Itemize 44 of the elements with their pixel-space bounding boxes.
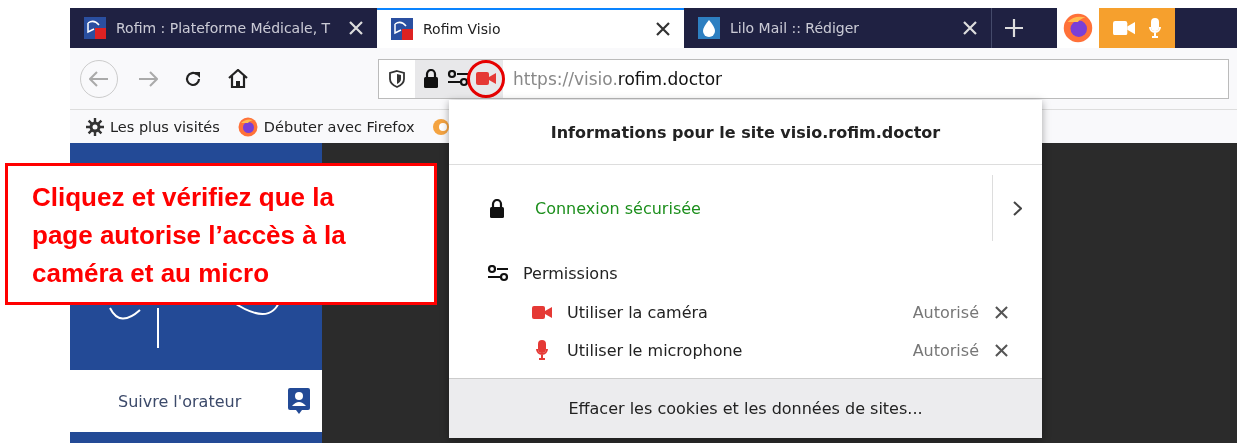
clear-cookies-button[interactable]: Effacer les cookies et les données de sites... <box>449 378 1042 438</box>
back-arrow-icon <box>89 70 109 87</box>
gear-icon <box>86 117 104 136</box>
remove-permission-button[interactable] <box>995 305 1008 319</box>
browser-tab[interactable]: Rofim : Plateforme Médicale, T <box>70 8 377 48</box>
chevron-right-icon <box>1013 200 1022 216</box>
lock-icon <box>423 69 439 88</box>
microphone-icon <box>1149 18 1161 38</box>
remove-permission-button[interactable] <box>995 343 1008 357</box>
url-text: https://visio.rofim.doctor <box>513 68 723 89</box>
camera-icon <box>532 305 552 319</box>
permission-label: Utiliser le microphone <box>567 340 744 360</box>
microphone-icon <box>536 340 548 360</box>
shield-icon <box>389 69 405 88</box>
camera-icon <box>1113 20 1135 36</box>
permission-status: Autorisé <box>912 302 979 322</box>
lock-icon <box>489 198 505 218</box>
camera-status-indicator[interactable] <box>467 59 505 98</box>
browser-tab[interactable]: Rofim Visio <box>377 8 684 48</box>
address-bar[interactable]: https://visio.rofim.doctor <box>378 58 1229 99</box>
bookmark[interactable]: Débuter avec Firefox <box>237 116 415 137</box>
callout-annotation: Cliquez et vérifiez que la page autorise l’accès à la caméra et au micro <box>5 163 437 305</box>
follow-speaker-button[interactable]: Suivre l'orateur <box>70 370 322 432</box>
permission-label: Utiliser la caméra <box>567 302 709 322</box>
secure-connection-item[interactable]: Connexion sécurisée <box>449 175 992 241</box>
permissions-icon <box>447 70 469 87</box>
site-favicon-icon <box>698 17 720 39</box>
camera-icon <box>476 72 496 85</box>
home-icon <box>228 69 248 88</box>
plus-icon <box>1004 19 1023 37</box>
permission-status: Autorisé <box>912 340 979 360</box>
firefox-logo-icon <box>237 116 258 137</box>
permissions-heading: Permissions <box>523 263 618 283</box>
panel-title: Informations pour le site visio.rofim.doctor <box>449 100 1042 165</box>
forward-arrow-icon <box>138 70 158 87</box>
browser-tab[interactable]: Lilo Mail :: Rédiger <box>684 8 991 48</box>
permissions-icon <box>487 264 509 282</box>
bookmark[interactable]: Les plus visités <box>86 117 220 136</box>
reload-icon <box>184 69 202 88</box>
close-icon[interactable] <box>656 22 670 36</box>
site-favicon-icon <box>391 18 413 40</box>
site-favicon-icon <box>84 17 106 39</box>
firefox-logo-icon <box>1063 13 1093 43</box>
person-icon <box>288 388 310 414</box>
